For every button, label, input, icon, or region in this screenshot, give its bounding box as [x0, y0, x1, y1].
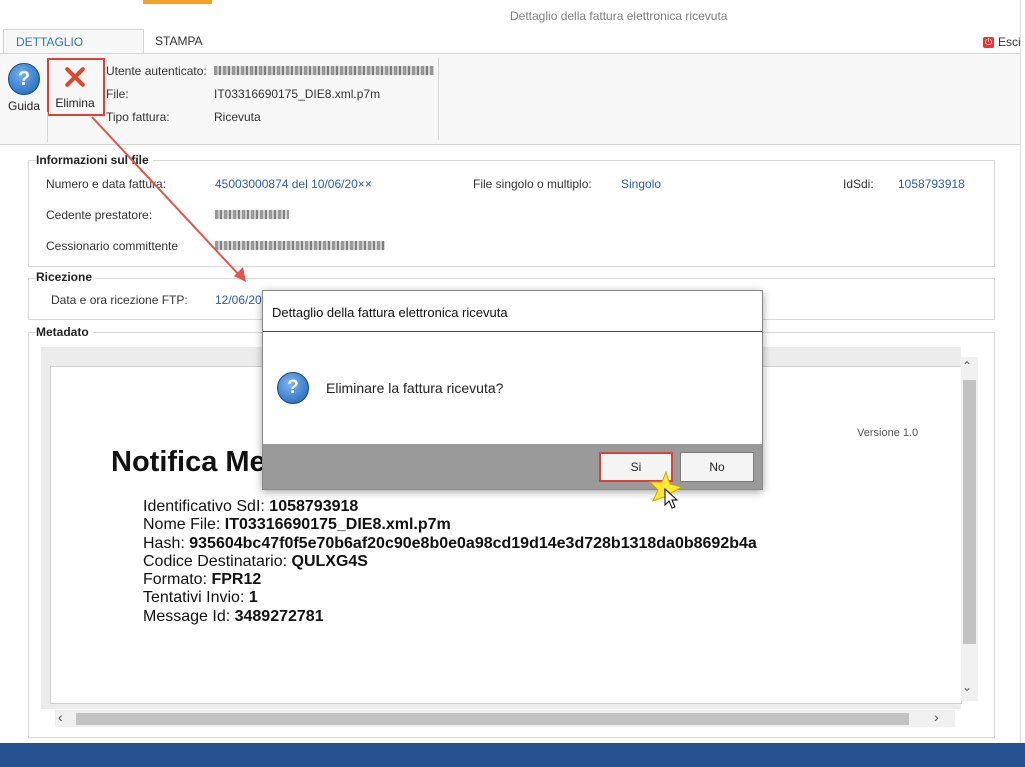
numero-value: 45003000874 del 10/06/20×× — [215, 177, 372, 191]
window-title-bar: Dettaglio della fattura elettronica rice… — [0, 0, 1025, 28]
field-message-id: Message Id: 3489272781 — [143, 607, 324, 625]
ricezione-data-value: 12/06/20 — [215, 293, 262, 307]
cessionario-label: Cessionario committente — [46, 239, 179, 253]
dialog-title-bar: Dettaglio della fattura elettronica rice… — [263, 291, 762, 332]
metadato-title: Metadato — [36, 325, 93, 339]
cedente-value-redacted — [215, 210, 289, 219]
cessionario-value-redacted — [215, 241, 385, 250]
singolo-value: Singolo — [621, 177, 662, 191]
scroll-right-icon[interactable]: › — [934, 709, 939, 725]
question-icon: ? — [277, 372, 309, 404]
help-button[interactable]: ? Guida — [5, 63, 43, 113]
stampa-tab-accent — [143, 0, 212, 4]
version-label: Versione 1.0 — [857, 427, 919, 439]
taskbar — [0, 743, 1025, 767]
tab-dettaglio-fattura[interactable]: DETTAGLIO FATTURA — [3, 29, 144, 73]
vertical-scroll-thumb[interactable] — [963, 380, 976, 644]
metadata-fields: Identificativo SdI: 1058793918 Nome File… — [143, 498, 757, 626]
tab-stampa[interactable]: STAMPA — [143, 29, 215, 53]
singolo-label: File singolo o multiplo: — [473, 177, 592, 191]
dialog-title: Dettaglio della fattura elettronica rice… — [272, 305, 508, 320]
field-codice-destinatario: Codice Destinatario: QULXG4S — [143, 552, 368, 570]
idsdi-value: 1058793918 — [898, 177, 965, 191]
scroll-down-icon[interactable]: ⌄ — [962, 680, 972, 694]
document-heading: Notifica Me — [111, 446, 266, 478]
dialog-footer: Si No — [263, 444, 762, 489]
field-nome-file: Nome File: IT03316690175_DIE8.xml.p7m — [143, 516, 451, 534]
file-label: File: — [106, 87, 129, 101]
dialog-body: ? Eliminare la fattura ricevuta? — [263, 332, 762, 444]
help-label: Guida — [7, 99, 41, 113]
help-icon: ? — [8, 63, 40, 95]
ricezione-data-label: Data e ora ricezione FTP: — [51, 293, 188, 307]
field-identificativo: Identificativo SdI: 1058793918 — [143, 498, 359, 515]
no-button[interactable]: No — [680, 452, 754, 482]
field-formato: Formato: FPR12 — [143, 571, 262, 589]
confirm-dialog: Dettaglio della fattura elettronica rice… — [262, 290, 763, 490]
ricezione-title: Ricezione — [36, 270, 97, 284]
exit-icon: ⏻ — [983, 36, 994, 48]
type-value: Ricevuta — [214, 110, 261, 124]
exit-label: Esci — [998, 35, 1021, 49]
user-label: Utente autenticato: — [106, 64, 207, 78]
field-hash: Hash: 935604bc47f0f5e70b6af20c90e8b0e0a9… — [143, 534, 757, 552]
idsdi-label: IdSdi: — [843, 177, 874, 191]
field-tentativi: Tentativi Invio: 1 — [143, 589, 258, 607]
cedente-label: Cedente prestatore: — [46, 208, 153, 222]
window-right-edge — [1020, 0, 1025, 743]
exit-button[interactable]: ⏻ Esci — [983, 35, 1021, 49]
scroll-left-icon[interactable]: ‹ — [58, 709, 63, 725]
type-label: Tipo fattura: — [106, 110, 170, 124]
ribbon-separator — [438, 58, 439, 140]
file-info-title: Informazioni sul file — [36, 153, 153, 167]
scroll-up-icon[interactable]: ⌃ — [962, 359, 972, 373]
window-title: Dettaglio della fattura elettronica rice… — [510, 9, 728, 23]
delete-button-highlight — [47, 58, 105, 116]
user-value-redacted — [214, 66, 434, 75]
ribbon-separator — [47, 112, 48, 142]
horizontal-scroll-thumb[interactable] — [76, 713, 909, 725]
yes-button[interactable]: Si — [599, 452, 673, 482]
numero-label: Numero e data fattura: — [46, 177, 167, 191]
dialog-message: Eliminare la fattura ricevuta? — [326, 380, 504, 396]
file-value: IT03316690175_DIE8.xml.p7m — [214, 87, 381, 101]
